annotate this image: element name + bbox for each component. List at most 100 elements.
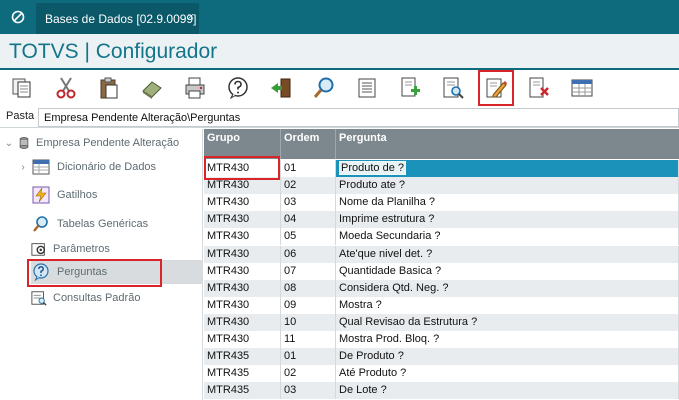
tree-item-tabelas[interactable]: Tabelas Genéricas	[31, 212, 148, 236]
cell-pergunta[interactable]: Até Produto ?	[336, 365, 679, 383]
cell-text: MTR430	[207, 179, 250, 192]
cell-grupo[interactable]: MTR430	[204, 331, 281, 348]
cell-grupo[interactable]: MTR435	[204, 382, 281, 400]
cut-button[interactable]	[52, 74, 80, 102]
paste-button[interactable]	[95, 74, 123, 102]
cell-pergunta[interactable]: Qual Revisao da Estrutura ?	[336, 313, 679, 331]
cell-text: 03	[284, 196, 297, 209]
home-button[interactable]	[0, 0, 36, 34]
table-row[interactable]: MTR430 01 Produto de ?	[204, 160, 679, 177]
edit-button[interactable]	[478, 70, 514, 106]
cell-grupo[interactable]: MTR430	[204, 194, 281, 212]
cell-grupo[interactable]: MTR435	[204, 365, 281, 383]
tab-close-icon[interactable]: ×	[188, 11, 194, 23]
tree-item-parametros[interactable]: Parâmetros	[31, 237, 110, 261]
cell-grupo[interactable]: MTR435	[204, 348, 281, 366]
cell-ordem[interactable]: 03	[281, 382, 336, 400]
cell-pergunta[interactable]: De Lote ?	[336, 382, 679, 400]
cell-ordem[interactable]: 04	[281, 211, 336, 229]
cell-pergunta[interactable]: Imprime estrutura ?	[336, 211, 679, 229]
search-button[interactable]	[310, 74, 338, 102]
cell-pergunta[interactable]: De Produto ?	[336, 348, 679, 366]
cell-grupo[interactable]: MTR430	[204, 245, 281, 263]
tree-item-perguntas[interactable]: Perguntas	[31, 260, 203, 284]
cell-pergunta[interactable]: Ate'que nivel det. ?	[336, 245, 679, 263]
chevron-down-icon[interactable]: ⌄	[4, 138, 14, 149]
column-header-grupo[interactable]: Grupo	[204, 129, 281, 159]
tree-item-gatilhos[interactable]: Gatilhos	[31, 183, 97, 207]
cell-pergunta[interactable]: Nome da Planilha ?	[336, 194, 679, 212]
tab-bases-de-dados[interactable]: Bases de Dados [02.9.0099] ×	[36, 3, 199, 34]
table-row[interactable]: MTR430 10 Qual Revisao da Estrutura ?	[204, 313, 679, 331]
cell-grupo[interactable]: MTR430	[204, 211, 281, 229]
column-header-pergunta[interactable]: Pergunta	[336, 129, 679, 159]
print-icon	[185, 77, 205, 99]
print-button[interactable]	[181, 74, 209, 102]
table-row[interactable]: MTR435 03 De Lote ?	[204, 382, 679, 400]
list-button[interactable]	[353, 74, 381, 102]
tree-item-label: Tabelas Genéricas	[57, 218, 149, 230]
cell-text: Até Produto ?	[339, 367, 407, 380]
table-row[interactable]: MTR430 04 Imprime estrutura ?	[204, 211, 679, 229]
cell-grupo[interactable]: MTR430	[204, 228, 281, 246]
table-row[interactable]: MTR430 11 Mostra Prod. Bloq. ?	[204, 331, 679, 348]
column-header-ordem[interactable]: Ordem	[281, 129, 336, 159]
cell-text: Produto ate ?	[339, 179, 406, 192]
preview-icon	[443, 77, 464, 99]
table-row[interactable]: MTR430 03 Nome da Planilha ?	[204, 194, 679, 212]
cell-grupo[interactable]: MTR430	[204, 177, 281, 195]
cell-ordem[interactable]: 08	[281, 279, 336, 297]
cell-ordem[interactable]: 02	[281, 365, 336, 383]
cell-pergunta[interactable]: Produto de ?	[336, 160, 679, 177]
cell-ordem[interactable]: 03	[281, 194, 336, 212]
cell-ordem[interactable]: 07	[281, 262, 336, 280]
cell-text: Quantidade Basica ?	[339, 264, 442, 277]
cell-ordem[interactable]: 11	[281, 331, 336, 348]
exit-button[interactable]	[267, 74, 295, 102]
tree-item-consultas[interactable]: Consultas Padrão	[31, 286, 140, 310]
help-button[interactable]	[224, 74, 252, 102]
folder-path-field[interactable]: Empresa Pendente Alteração\Perguntas	[38, 108, 679, 127]
delete-button[interactable]	[525, 74, 553, 102]
table-row[interactable]: MTR430 06 Ate'que nivel det. ?	[204, 245, 679, 263]
table-row[interactable]: MTR430 02 Produto ate ?	[204, 177, 679, 195]
cell-pergunta[interactable]: Quantidade Basica ?	[336, 262, 679, 280]
cell-ordem[interactable]: 02	[281, 177, 336, 195]
cell-ordem[interactable]: 10	[281, 313, 336, 331]
chevron-right-icon[interactable]: ›	[18, 162, 28, 173]
cell-pergunta[interactable]: Considera Qtd. Neg. ?	[336, 279, 679, 297]
cell-ordem[interactable]: 06	[281, 245, 336, 263]
table-row[interactable]: MTR430 07 Quantidade Basica ?	[204, 262, 679, 280]
cell-pergunta[interactable]: Moeda Secundaria ?	[336, 228, 679, 246]
cell-pergunta[interactable]: Mostra Prod. Bloq. ?	[336, 331, 679, 348]
preview-button[interactable]	[439, 74, 467, 102]
cell-text: De Produto ?	[339, 350, 404, 363]
cell-grupo[interactable]: MTR430	[204, 296, 281, 314]
cell-grupo[interactable]: MTR430	[204, 160, 281, 177]
table-row[interactable]: MTR430 05 Moeda Secundaria ?	[204, 228, 679, 246]
cell-grupo[interactable]: MTR430	[204, 279, 281, 297]
parameters-icon	[31, 239, 47, 259]
table-button[interactable]	[568, 74, 596, 102]
cell-pergunta[interactable]: Produto ate ?	[336, 177, 679, 195]
cell-text: 08	[284, 281, 297, 294]
copy-button[interactable]	[8, 74, 36, 102]
cell-grupo[interactable]: MTR430	[204, 262, 281, 280]
cell-grupo[interactable]: MTR430	[204, 313, 281, 331]
cell-pergunta[interactable]: Mostra ?	[336, 296, 679, 314]
cell-text: 11	[284, 333, 296, 345]
cell-ordem[interactable]: 01	[281, 348, 336, 366]
add-document-button[interactable]	[396, 74, 424, 102]
cell-ordem[interactable]: 09	[281, 296, 336, 314]
navigation-tree: ⌄ Empresa Pendente Alteração › Dicionári…	[0, 129, 203, 400]
tree-root[interactable]: ⌄ Empresa Pendente Alteração	[4, 131, 179, 155]
eraser-button[interactable]	[138, 74, 166, 102]
cell-ordem[interactable]: 05	[281, 228, 336, 246]
table-row[interactable]: MTR435 01 De Produto ?	[204, 348, 679, 366]
table-row[interactable]: MTR430 08 Considera Qtd. Neg. ?	[204, 279, 679, 297]
grid-header: Grupo Ordem Pergunta	[204, 129, 679, 159]
table-row[interactable]: MTR430 09 Mostra ?	[204, 296, 679, 314]
tree-item-dicionario[interactable]: › Dicionário de Dados	[18, 155, 156, 179]
table-row[interactable]: MTR435 02 Até Produto ?	[204, 365, 679, 383]
cell-ordem[interactable]: 01	[281, 160, 336, 177]
